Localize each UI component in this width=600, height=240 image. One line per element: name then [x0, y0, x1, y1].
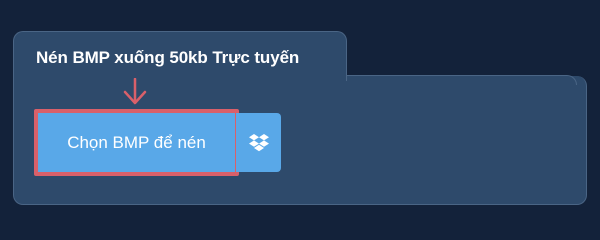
choose-bmp-button[interactable]: Chọn BMP để nén: [38, 113, 235, 172]
dropbox-icon: [248, 133, 269, 151]
panel-top-border: [347, 75, 577, 85]
arrow-down-icon: [123, 78, 147, 105]
tab-title: Nén BMP xuống 50kb Trực tuyến: [36, 48, 300, 67]
converter-stage: Nén BMP xuống 50kb Trực tuyến Chọn BMP đ…: [0, 0, 600, 230]
choose-bmp-label: Chọn BMP để nén: [67, 132, 206, 152]
tab-panel-join: [14, 74, 346, 82]
dropbox-button[interactable]: [236, 113, 281, 172]
